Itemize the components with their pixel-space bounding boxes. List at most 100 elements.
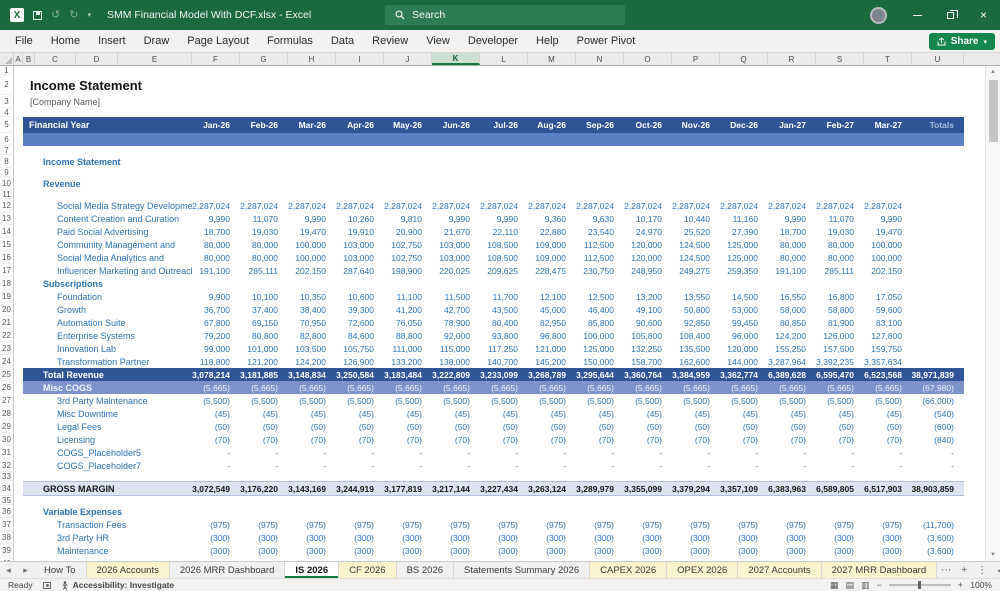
row-header-17[interactable]: 17	[0, 264, 14, 277]
cell[interactable]: 16,800	[816, 290, 864, 303]
cell[interactable]: 126,900	[336, 355, 384, 368]
cell[interactable]: 108,400	[672, 329, 720, 342]
cell[interactable]: (50)	[432, 420, 480, 433]
cell[interactable]: (45)	[192, 407, 240, 420]
cell[interactable]: 36,700	[192, 303, 240, 316]
cell[interactable]: (5,665)	[384, 381, 432, 394]
cell[interactable]: 105,750	[336, 342, 384, 355]
cell[interactable]: (300)	[624, 544, 672, 557]
cell-total[interactable]	[912, 342, 964, 355]
cell[interactable]: (70)	[672, 433, 720, 446]
cell-total[interactable]: (67,980)	[912, 381, 964, 394]
cell[interactable]: -	[384, 459, 432, 472]
cell[interactable]: 103,000	[432, 238, 480, 251]
cell[interactable]: 12,500	[576, 290, 624, 303]
cell[interactable]: 9,990	[768, 212, 816, 225]
cell[interactable]: 22,880	[528, 225, 576, 238]
cell[interactable]: 43,500	[480, 303, 528, 316]
cell[interactable]: 11,160	[720, 212, 768, 225]
cell[interactable]: 105,800	[624, 329, 672, 342]
undo-icon[interactable]: ↺	[51, 9, 60, 21]
cell[interactable]: (300)	[720, 544, 768, 557]
cell[interactable]: -	[288, 459, 336, 472]
cell[interactable]: 3,217,144	[432, 482, 480, 495]
cell[interactable]: 285,111	[240, 264, 288, 277]
row-label[interactable]: GROSS MARGIN	[23, 482, 192, 495]
column-header-M[interactable]: M	[528, 53, 576, 65]
column-header-S[interactable]: S	[816, 53, 864, 65]
cell[interactable]: 138,000	[432, 355, 480, 368]
cell[interactable]: 3,177,819	[384, 482, 432, 495]
cell[interactable]: -	[192, 459, 240, 472]
cell[interactable]: 112,500	[576, 251, 624, 264]
more-sheets-icon[interactable]: ⋯	[937, 562, 955, 578]
cell[interactable]: (50)	[288, 420, 336, 433]
cell[interactable]: 2,287,024	[624, 199, 672, 212]
cell[interactable]: 9,810	[384, 212, 432, 225]
account-avatar[interactable]	[870, 6, 887, 24]
row-label[interactable]: 3rd Party Maintenance	[14, 394, 192, 407]
cell[interactable]: 3,176,220	[240, 482, 288, 495]
cell[interactable]: (5,665)	[432, 381, 480, 394]
cell[interactable]: 3,384,959	[672, 368, 720, 381]
cell[interactable]: 144,000	[720, 355, 768, 368]
cell[interactable]: 124,500	[672, 251, 720, 264]
cell[interactable]: 10,440	[672, 212, 720, 225]
cell[interactable]: 22,110	[480, 225, 528, 238]
cell[interactable]: 2,287,024	[864, 199, 912, 212]
cell[interactable]: 3,183,484	[384, 368, 432, 381]
row-label[interactable]: Social Media Strategy Development	[14, 199, 192, 212]
excel-app-icon[interactable]: X	[10, 8, 24, 22]
sheet-tab-2027-mrr-dashboard[interactable]: 2027 MRR Dashboard	[821, 562, 938, 578]
cell[interactable]: 198,900	[384, 264, 432, 277]
cell[interactable]: (5,500)	[336, 394, 384, 407]
cell[interactable]: (5,665)	[480, 381, 528, 394]
cell[interactable]: 83,100	[864, 316, 912, 329]
row-header-23[interactable]: 23	[0, 342, 14, 355]
cell[interactable]: (300)	[528, 531, 576, 544]
row-label[interactable]: Maintenance	[14, 544, 192, 557]
cell-total[interactable]	[912, 316, 964, 329]
cell[interactable]: 2,287,024	[384, 199, 432, 212]
cell[interactable]: 9,990	[288, 212, 336, 225]
column-header-K[interactable]: K	[432, 53, 480, 65]
cell[interactable]: -	[624, 446, 672, 459]
sheet-nav-left-icon[interactable]: ◂	[0, 562, 17, 578]
cell[interactable]: 6,517,903	[864, 482, 912, 495]
cell[interactable]: (50)	[672, 420, 720, 433]
cell[interactable]: 285,111	[816, 264, 864, 277]
search-input[interactable]: Search	[385, 5, 625, 25]
cell[interactable]: Aug-26	[528, 117, 576, 133]
minimize-button[interactable]	[901, 0, 934, 30]
cell[interactable]: 202,150	[288, 264, 336, 277]
cell[interactable]: 3,181,885	[240, 368, 288, 381]
cell[interactable]: 108,500	[480, 251, 528, 264]
ribbon-tab-formulas[interactable]: Formulas	[258, 30, 322, 52]
cell[interactable]: Sep-26	[576, 117, 624, 133]
ribbon-tab-review[interactable]: Review	[363, 30, 417, 52]
column-header-T[interactable]: T	[864, 53, 912, 65]
row-label[interactable]: Misc COGS	[23, 381, 192, 394]
row-header-9[interactable]: 9	[0, 168, 14, 177]
cell[interactable]: (300)	[240, 531, 288, 544]
cell[interactable]: (300)	[384, 531, 432, 544]
cell[interactable]: -	[528, 459, 576, 472]
cell[interactable]: -	[384, 446, 432, 459]
cell[interactable]: 124,200	[768, 329, 816, 342]
cell[interactable]: 80,000	[192, 238, 240, 251]
cell[interactable]: 85,800	[576, 316, 624, 329]
cell[interactable]: (45)	[288, 407, 336, 420]
cell[interactable]: 102,750	[384, 251, 432, 264]
cell[interactable]: 202,150	[864, 264, 912, 277]
vertical-scrollbar-thumb[interactable]	[988, 80, 998, 142]
cell[interactable]: 2,287,024	[192, 199, 240, 212]
cell[interactable]: (5,665)	[240, 381, 288, 394]
column-header-O[interactable]: O	[624, 53, 672, 65]
cell[interactable]: 135,500	[672, 342, 720, 355]
sheet-tab-statements-summary-2026[interactable]: Statements Summary 2026	[454, 562, 591, 578]
cell[interactable]: 2,287,024	[432, 199, 480, 212]
cell[interactable]: 220,025	[432, 264, 480, 277]
cell[interactable]: (70)	[528, 433, 576, 446]
cell[interactable]: 2,287,024	[528, 199, 576, 212]
ribbon-tab-insert[interactable]: Insert	[89, 30, 135, 52]
